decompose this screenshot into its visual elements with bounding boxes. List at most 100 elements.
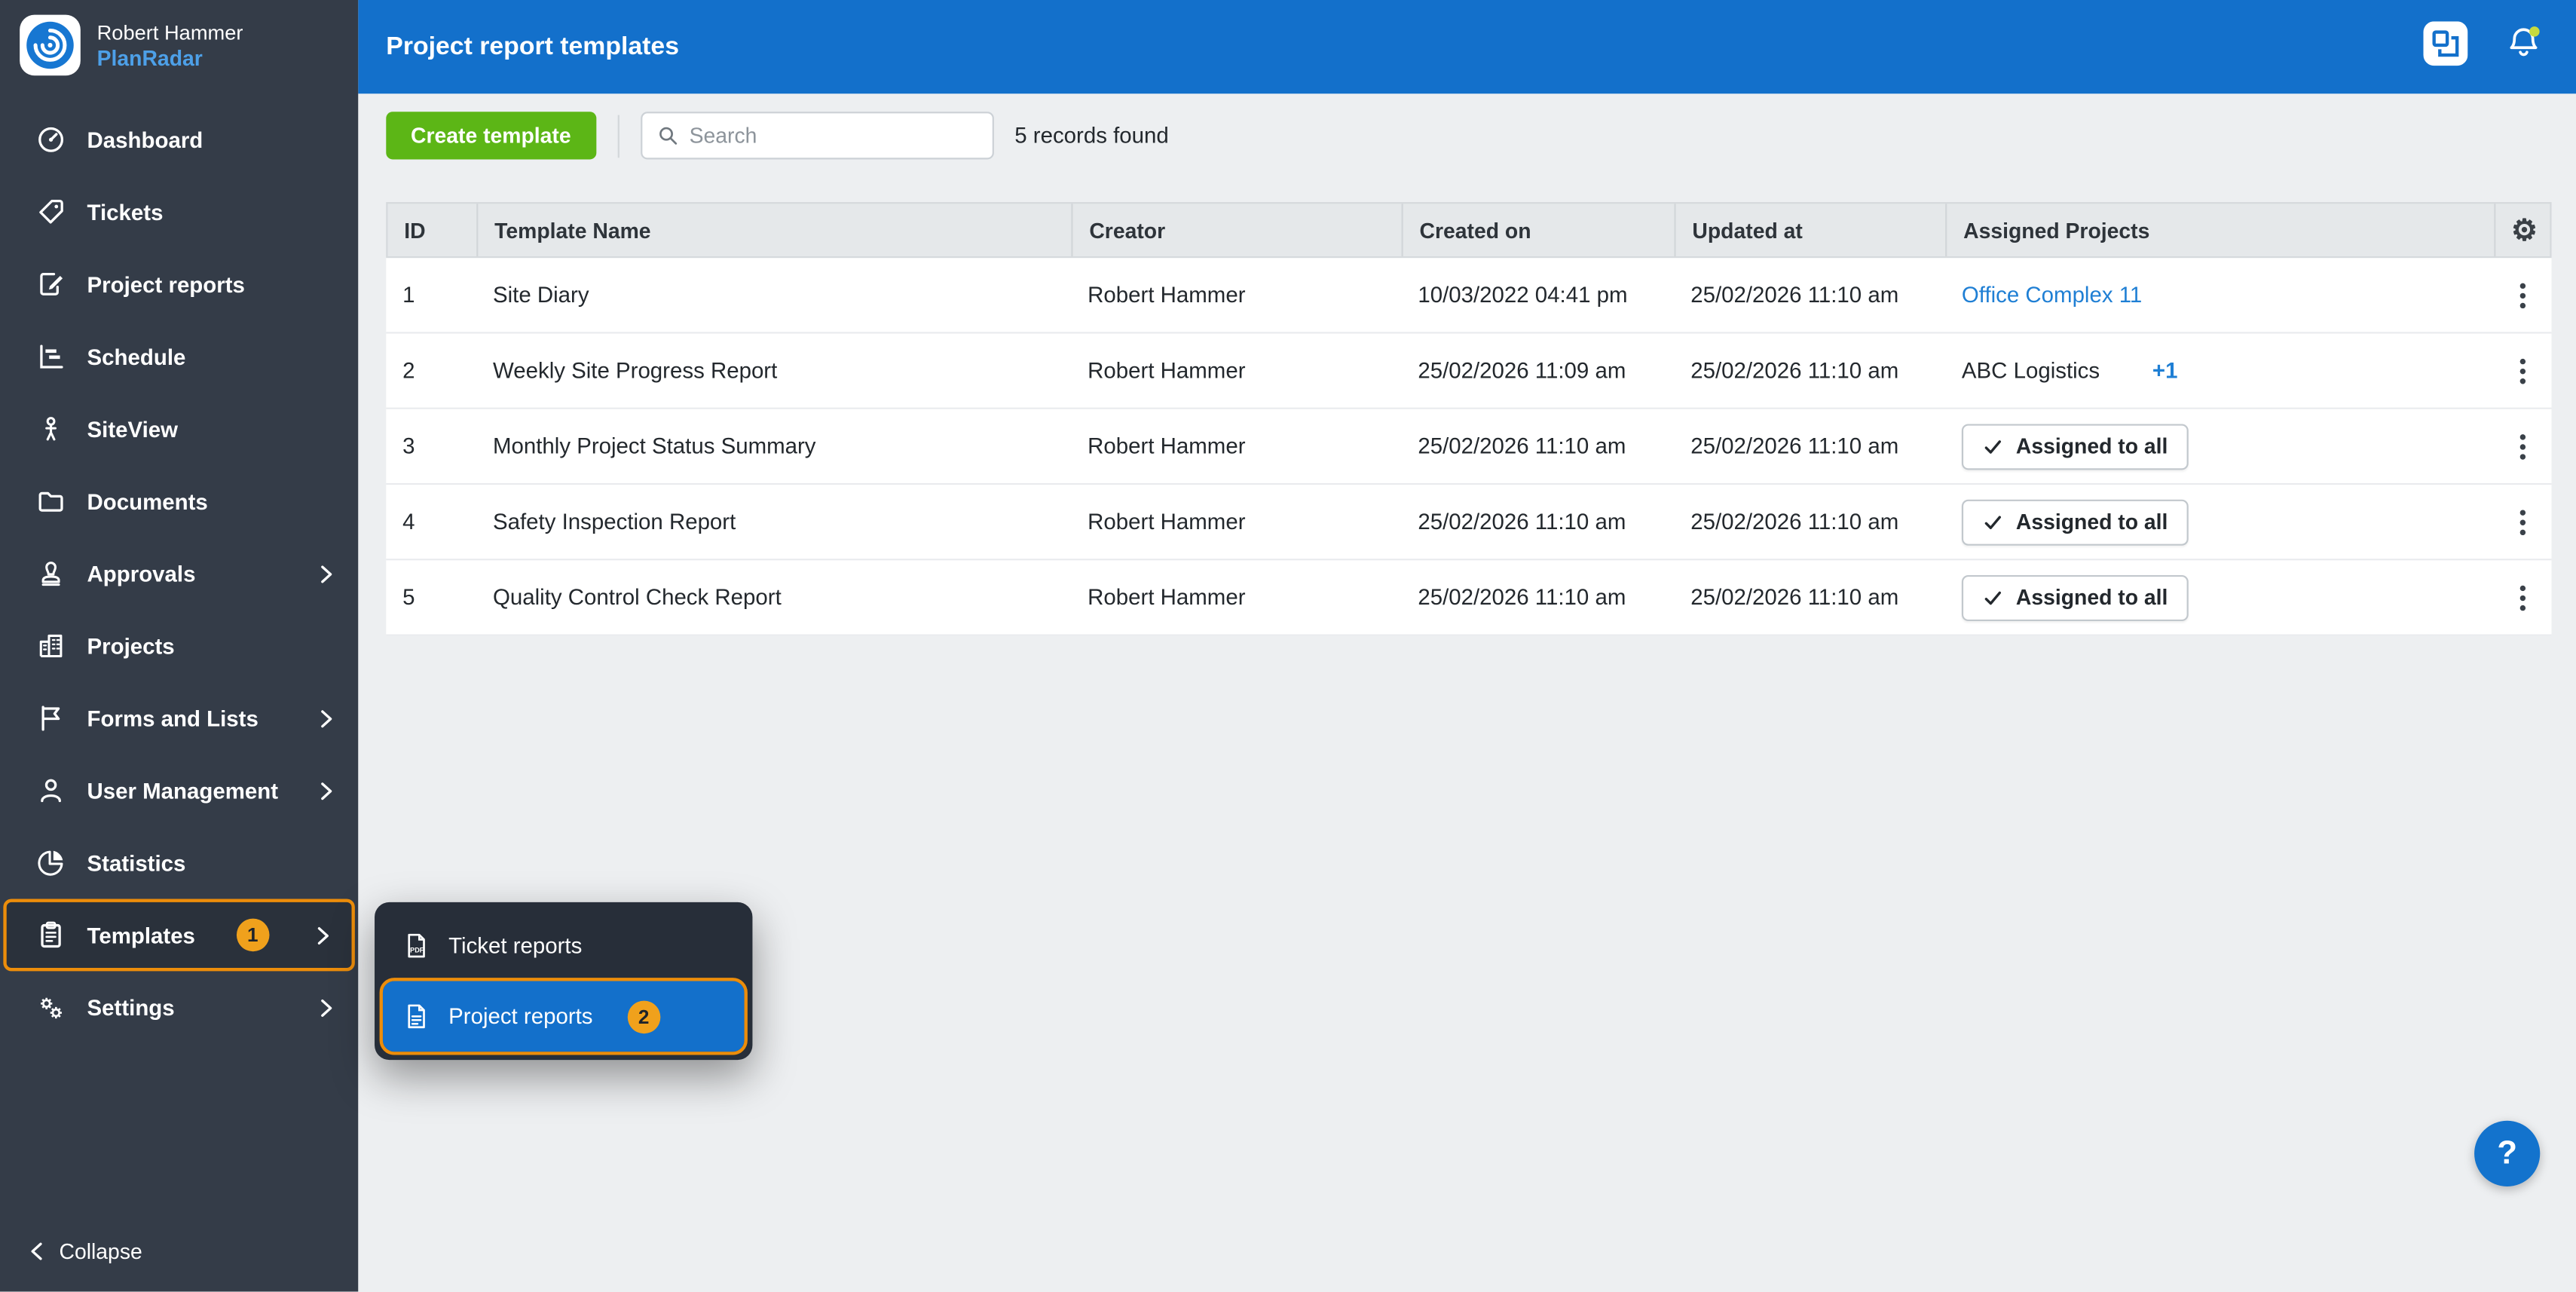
user-name: Robert Hammer bbox=[97, 20, 243, 44]
more-projects-link[interactable]: +1 bbox=[2152, 358, 2178, 383]
sidebar-item-label: Documents bbox=[87, 489, 208, 514]
sidebar-item-projects[interactable]: Projects bbox=[0, 610, 358, 682]
flyout-item-project-reports[interactable]: Project reports 2 bbox=[383, 981, 745, 1052]
column-header-assigned-projects: Assigned Projects bbox=[1947, 204, 2495, 256]
kebab-icon[interactable] bbox=[2519, 357, 2527, 384]
table-row: 1Site DiaryRobert Hammer10/03/2022 04:41… bbox=[386, 258, 2551, 333]
brand-block[interactable]: Robert Hammer PlanRadar bbox=[0, 0, 358, 97]
sidebar-item-label: Settings bbox=[87, 995, 175, 1020]
toolbar-divider bbox=[617, 115, 619, 158]
creator: Robert Hammer bbox=[1071, 560, 1401, 634]
sidebar-item-label: SiteView bbox=[87, 417, 179, 442]
templates-flyout-menu: PDFTicket reports Project reports 2 bbox=[375, 902, 752, 1060]
assigned-to-all-button[interactable]: Assigned to all bbox=[1962, 499, 2189, 545]
project-reports-icon bbox=[36, 270, 66, 299]
kebab-icon[interactable] bbox=[2519, 282, 2527, 308]
documents-icon bbox=[36, 486, 66, 516]
table-row: 4Safety Inspection ReportRobert Hammer 25… bbox=[386, 485, 2551, 560]
sidebar-item-templates[interactable]: Templates 1 bbox=[3, 899, 355, 971]
check-icon bbox=[1983, 436, 2002, 456]
assigned-to-all-button[interactable]: Assigned to all bbox=[1962, 574, 2189, 620]
row-actions bbox=[2494, 258, 2551, 332]
assigned-project-link[interactable]: Office Complex 11 bbox=[1962, 283, 2142, 308]
toolbar: Create template 5 records found bbox=[358, 93, 2576, 159]
search-input[interactable] bbox=[690, 124, 977, 148]
assigned-projects-cell: Assigned to all bbox=[1945, 560, 2494, 634]
sidebar-item-project-reports[interactable]: Project reports bbox=[0, 248, 358, 320]
column-header-created-on: Created on bbox=[1403, 204, 1676, 256]
collapse-label: Collapse bbox=[59, 1238, 142, 1263]
dashboard-icon bbox=[36, 125, 66, 155]
assigned-projects-cell: ABC Logistics +1 bbox=[1945, 334, 2494, 408]
templates-table: IDTemplate NameCreatorCreated onUpdated … bbox=[386, 202, 2551, 636]
sidebar-item-dashboard[interactable]: Dashboard bbox=[0, 103, 358, 176]
help-button[interactable]: ? bbox=[2474, 1121, 2540, 1186]
created-on: 25/02/2026 11:10 am bbox=[1402, 409, 1675, 483]
row-actions bbox=[2494, 409, 2551, 483]
marketplace-icon[interactable] bbox=[2424, 20, 2468, 73]
kebab-icon[interactable] bbox=[2519, 433, 2527, 459]
collapse-button[interactable]: Collapse bbox=[0, 1209, 358, 1291]
flyout-item-label: Project reports bbox=[448, 1004, 592, 1029]
sidebar-item-statistics[interactable]: Statistics bbox=[0, 827, 358, 899]
sidebar-item-documents[interactable]: Documents bbox=[0, 465, 358, 537]
table-row: 5Quality Control Check ReportRobert Hamm… bbox=[386, 560, 2551, 635]
pdf-file-icon: PDF bbox=[402, 932, 430, 960]
chevron-right-icon bbox=[319, 565, 334, 583]
search-box[interactable] bbox=[640, 112, 993, 159]
sidebar-item-tickets[interactable]: Tickets bbox=[0, 176, 358, 248]
sidebar-item-schedule[interactable]: Schedule bbox=[0, 320, 358, 393]
main-content: Project report templates bbox=[358, 0, 2576, 1291]
sidebar-item-forms-and-lists[interactable]: Forms and Lists bbox=[0, 682, 358, 755]
updated-at: 25/02/2026 11:10 am bbox=[1674, 560, 1945, 634]
chevron-right-icon bbox=[316, 926, 331, 944]
step-badge: 2 bbox=[627, 1000, 660, 1033]
chevron-left-icon bbox=[29, 1241, 44, 1260]
page-title: Project report templates bbox=[386, 32, 679, 62]
approvals-icon bbox=[36, 559, 66, 588]
sidebar-item-settings[interactable]: Settings bbox=[0, 971, 358, 1043]
kebab-icon[interactable] bbox=[2519, 584, 2527, 611]
row-actions bbox=[2494, 334, 2551, 408]
kebab-icon[interactable] bbox=[2519, 509, 2527, 535]
column-header-id: ID bbox=[387, 204, 478, 256]
settings-icon bbox=[36, 993, 66, 1022]
sidebar-item-siteview[interactable]: SiteView bbox=[0, 393, 358, 465]
created-on: 25/02/2026 11:10 am bbox=[1402, 560, 1675, 634]
flyout-item-ticket-reports[interactable]: PDFTicket reports bbox=[383, 911, 745, 981]
create-template-button[interactable]: Create template bbox=[386, 112, 595, 159]
brand-text: Robert Hammer PlanRadar bbox=[97, 20, 243, 69]
notifications-bell-icon[interactable] bbox=[2504, 23, 2543, 71]
sidebar-item-label: Statistics bbox=[87, 850, 186, 875]
row-actions bbox=[2494, 485, 2551, 559]
step-badge: 1 bbox=[236, 919, 269, 952]
creator: Robert Hammer bbox=[1071, 409, 1401, 483]
sidebar-item-user-management[interactable]: User Management bbox=[0, 755, 358, 827]
table-row: 2Weekly Site Progress ReportRobert Hamme… bbox=[386, 334, 2551, 409]
column-header-template-name: Template Name bbox=[478, 204, 1072, 256]
updated-at: 25/02/2026 11:10 am bbox=[1674, 258, 1945, 332]
assigned-to-all-button[interactable]: Assigned to all bbox=[1962, 423, 2189, 469]
forms-lists-icon bbox=[36, 703, 66, 733]
sidebar-item-label: Templates bbox=[87, 923, 195, 948]
creator: Robert Hammer bbox=[1071, 258, 1401, 332]
planradar-app: Robert Hammer PlanRadar DashboardTickets… bbox=[0, 0, 2576, 1291]
template-name: Safety Inspection Report bbox=[476, 485, 1071, 559]
row-id: 3 bbox=[386, 409, 476, 483]
creator: Robert Hammer bbox=[1071, 485, 1401, 559]
column-header-settings: ⚙︎ bbox=[2495, 204, 2553, 256]
row-id: 4 bbox=[386, 485, 476, 559]
assigned-projects-cell: Assigned to all bbox=[1945, 409, 2494, 483]
assigned-to-all-label: Assigned to all bbox=[2016, 434, 2168, 459]
assigned-project-name: ABC Logistics bbox=[1962, 358, 2100, 383]
updated-at: 25/02/2026 11:10 am bbox=[1674, 485, 1945, 559]
chevron-right-icon bbox=[319, 782, 334, 800]
chevron-right-icon bbox=[319, 998, 334, 1016]
svg-text:PDF: PDF bbox=[410, 947, 424, 954]
sidebar-item-approvals[interactable]: Approvals bbox=[0, 537, 358, 610]
gear-icon[interactable]: ⚙︎ bbox=[2511, 216, 2538, 245]
row-id: 2 bbox=[386, 334, 476, 408]
row-actions bbox=[2494, 560, 2551, 634]
column-header-creator: Creator bbox=[1073, 204, 1403, 256]
sidebar-menu: DashboardTicketsProject reportsSchedule S… bbox=[0, 97, 358, 1044]
